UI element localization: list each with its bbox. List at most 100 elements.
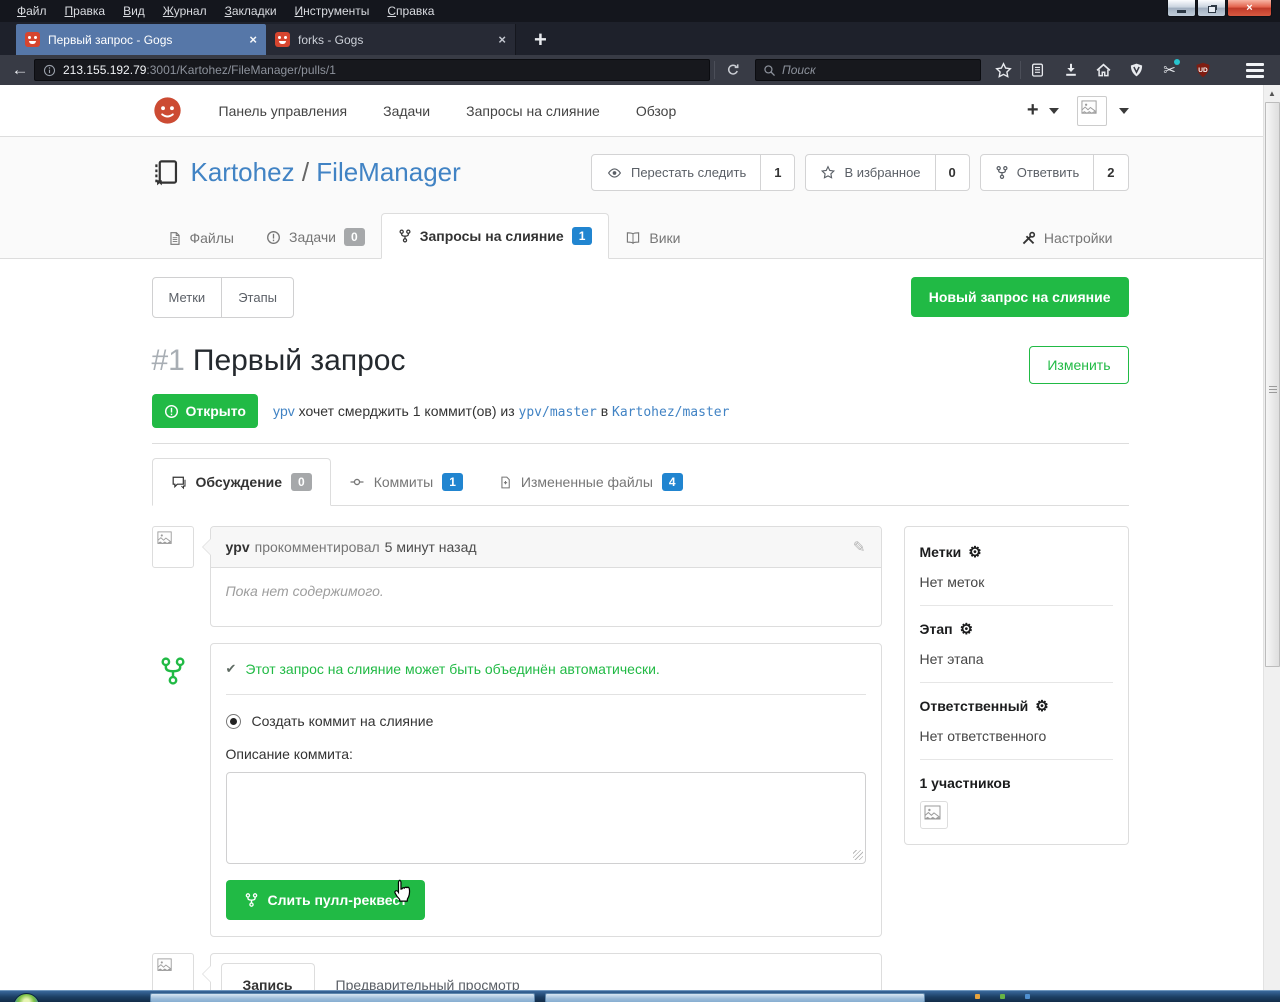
nav-issues-link[interactable]: Задачи	[383, 103, 430, 119]
menu-bookmarks[interactable]: Закладки	[216, 0, 286, 22]
merge-box: ✔ Этот запрос на слияние может быть объе…	[210, 643, 882, 937]
ublock-button[interactable]: UD	[1186, 56, 1219, 84]
fork-count[interactable]: 2	[1093, 155, 1127, 190]
gogs-favicon	[25, 32, 40, 47]
download-icon	[1063, 62, 1079, 78]
edit-button[interactable]: Изменить	[1029, 346, 1128, 384]
new-tab-button[interactable]: +	[522, 24, 559, 55]
milestones-button[interactable]: Этапы	[221, 278, 293, 317]
new-pull-request-button[interactable]: Новый запрос на слияние	[911, 277, 1129, 317]
reload-button[interactable]	[719, 63, 747, 77]
close-button[interactable]: ×	[1227, 0, 1272, 17]
nav-explore-link[interactable]: Обзор	[636, 103, 676, 119]
base-branch-link[interactable]: Kartohez/master	[612, 405, 729, 420]
search-icon	[763, 64, 776, 77]
merge-style-option[interactable]: Создать коммит на слияние	[211, 695, 881, 729]
watch-count[interactable]: 1	[760, 155, 794, 190]
menu-file[interactable]: Файл	[8, 0, 56, 22]
sidebar-divider	[920, 605, 1113, 606]
vertical-scrollbar[interactable]: ▲	[1263, 85, 1280, 990]
chevron-down-icon[interactable]	[1119, 108, 1129, 114]
comment-author-link[interactable]: ypv	[226, 539, 250, 555]
commit-icon	[349, 475, 365, 489]
star-button[interactable]: В избранное	[806, 155, 934, 190]
bookmark-star-button[interactable]	[987, 56, 1020, 84]
gear-icon[interactable]: ⚙	[1035, 699, 1048, 714]
scroll-up-arrow[interactable]: ▲	[1264, 85, 1280, 101]
radio-button[interactable]	[226, 714, 241, 729]
commit-description-label: Описание коммита:	[211, 729, 881, 762]
menu-edit[interactable]: Правка	[56, 0, 115, 22]
comment-card: ypv прокомментировал 5 минут назад ✎ Пок…	[210, 526, 882, 627]
resize-grip-icon[interactable]	[853, 850, 863, 860]
home-button[interactable]	[1087, 56, 1120, 84]
minimize-button[interactable]	[1167, 0, 1196, 17]
gear-icon[interactable]: ⚙	[968, 545, 981, 560]
tab-close-icon[interactable]: ×	[498, 32, 506, 47]
tab-changed-files[interactable]: Измененные файлы 4	[481, 459, 701, 505]
scrollbar-thumb[interactable]	[1265, 102, 1280, 667]
tab-files[interactable]: Файлы	[152, 217, 250, 259]
restore-button[interactable]	[1197, 0, 1226, 17]
edit-pencil-icon[interactable]: ✎	[853, 538, 866, 556]
participant-avatar[interactable]	[920, 801, 948, 829]
tab-preview[interactable]: Предварительный просмотр	[315, 964, 541, 990]
start-orb-button[interactable]	[13, 993, 40, 1002]
tray-icon[interactable]	[1025, 994, 1030, 999]
downloads-button[interactable]	[1054, 56, 1087, 84]
fork-button[interactable]: Ответвить	[981, 155, 1093, 190]
search-input[interactable]: Поиск	[755, 59, 981, 81]
tab-settings[interactable]: Настройки	[1005, 217, 1129, 259]
menu-hamburger-button[interactable]	[1240, 63, 1274, 78]
menu-tools[interactable]: Инструменты	[286, 0, 379, 22]
tab-discussion[interactable]: Обсуждение 0	[152, 458, 331, 506]
menu-view[interactable]: Вид	[114, 0, 154, 22]
sidebar-no-assignee: Нет ответственного	[920, 728, 1113, 744]
head-branch-link[interactable]: ypv/master	[519, 405, 597, 420]
menu-help[interactable]: Справка	[378, 0, 443, 22]
commit-description-textarea[interactable]	[226, 772, 866, 864]
page-title: #1Первый запрос	[152, 341, 406, 380]
repo-header: Kartohez / FileManager Перестать следить	[0, 137, 1280, 259]
url-bar[interactable]: 213.155.192.79:3001/Kartohez/FileManager…	[34, 59, 710, 81]
tab-pulls[interactable]: Запросы на слияние 1	[381, 213, 610, 259]
browser-tab-inactive[interactable]: forks - Gogs ×	[266, 24, 516, 55]
tray-icon[interactable]	[1000, 994, 1005, 999]
extension-scissors-button[interactable]: ✂	[1153, 56, 1186, 84]
user-avatar-menu[interactable]	[1077, 96, 1107, 126]
create-new-button[interactable]: +	[1027, 99, 1039, 122]
gear-icon[interactable]: ⚙	[960, 622, 973, 637]
tab-wiki[interactable]: Вики	[609, 217, 696, 259]
browser-tab-active[interactable]: Первый запрос - Gogs ×	[16, 24, 266, 55]
author-link[interactable]: ypv	[273, 403, 295, 419]
nav-dashboard-link[interactable]: Панель управления	[219, 103, 348, 119]
labels-button[interactable]: Метки	[153, 278, 222, 317]
star-count[interactable]: 0	[935, 155, 969, 190]
reading-list-button[interactable]	[1021, 56, 1054, 84]
repo-name-link[interactable]: FileManager	[316, 157, 461, 187]
nav-pulls-link[interactable]: Запросы на слияние	[466, 103, 600, 119]
taskbar-app-button[interactable]	[545, 993, 925, 1002]
taskbar-app-button[interactable]	[150, 993, 535, 1002]
back-button[interactable]: ←	[6, 60, 34, 80]
repo-breadcrumb: Kartohez / FileManager	[191, 157, 461, 188]
tab-write[interactable]: Запись	[221, 963, 315, 990]
repo-owner-link[interactable]: Kartohez	[191, 157, 295, 187]
diff-file-icon	[499, 475, 512, 490]
tools-icon	[1021, 231, 1036, 246]
comment-empty-text: Пока нет содержимого.	[226, 583, 384, 599]
unwatch-button[interactable]: Перестать следить	[592, 155, 760, 190]
gogs-logo[interactable]	[152, 95, 183, 126]
info-icon[interactable]	[43, 64, 56, 77]
star-button-group: В избранное 0	[805, 154, 969, 191]
tab-commits[interactable]: Коммиты 1	[331, 459, 481, 505]
svg-text:UD: UD	[1198, 67, 1208, 74]
tab-issues[interactable]: Задачи 0	[250, 215, 381, 259]
issues-count-badge: 0	[344, 228, 365, 246]
menu-history[interactable]: Журнал	[154, 0, 216, 22]
chevron-down-icon[interactable]	[1049, 108, 1059, 114]
tab-close-icon[interactable]: ×	[249, 32, 257, 47]
protection-shield-button[interactable]	[1120, 56, 1153, 84]
fork-button-group: Ответвить 2	[980, 154, 1129, 191]
tray-icon[interactable]	[975, 994, 980, 999]
